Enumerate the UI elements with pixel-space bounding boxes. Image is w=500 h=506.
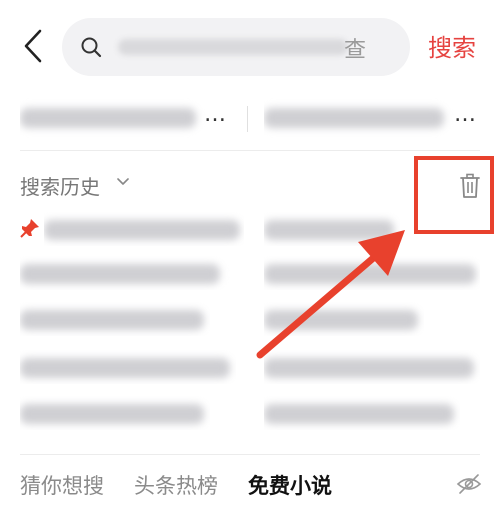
highlight-box bbox=[414, 156, 494, 234]
back-button[interactable] bbox=[18, 28, 48, 64]
history-item[interactable] bbox=[44, 212, 244, 246]
eye-off-icon[interactable] bbox=[456, 471, 482, 497]
history-item[interactable] bbox=[264, 396, 460, 430]
suggestion-separator bbox=[247, 106, 248, 132]
back-arrow-icon bbox=[24, 29, 42, 63]
tab-guess[interactable]: 猜你想搜 bbox=[20, 470, 104, 500]
pin-icon bbox=[20, 219, 39, 238]
chevron-down-icon[interactable] bbox=[116, 175, 130, 189]
history-item[interactable] bbox=[20, 350, 236, 384]
search-query-trailing: 查 bbox=[344, 38, 367, 63]
tab-hot-list[interactable]: 头条热榜 bbox=[134, 470, 218, 500]
history-item[interactable] bbox=[20, 396, 210, 430]
status-bar bbox=[0, 0, 500, 12]
divider bbox=[20, 454, 480, 455]
search-icon bbox=[81, 37, 102, 58]
search-query-text bbox=[118, 39, 348, 55]
history-item[interactable] bbox=[20, 256, 230, 290]
suggestion-item[interactable]: … bbox=[20, 98, 242, 138]
history-title[interactable]: 搜索历史 bbox=[20, 171, 100, 200]
annotation-arrow-icon bbox=[256, 230, 405, 359]
search-input[interactable]: 查 bbox=[62, 18, 410, 76]
history-item[interactable] bbox=[20, 302, 210, 336]
divider bbox=[20, 150, 480, 151]
suggestion-item[interactable]: … bbox=[264, 98, 480, 138]
tab-free-novels[interactable]: 免费小说 bbox=[248, 470, 332, 500]
search-button[interactable]: 搜索 bbox=[428, 28, 476, 63]
